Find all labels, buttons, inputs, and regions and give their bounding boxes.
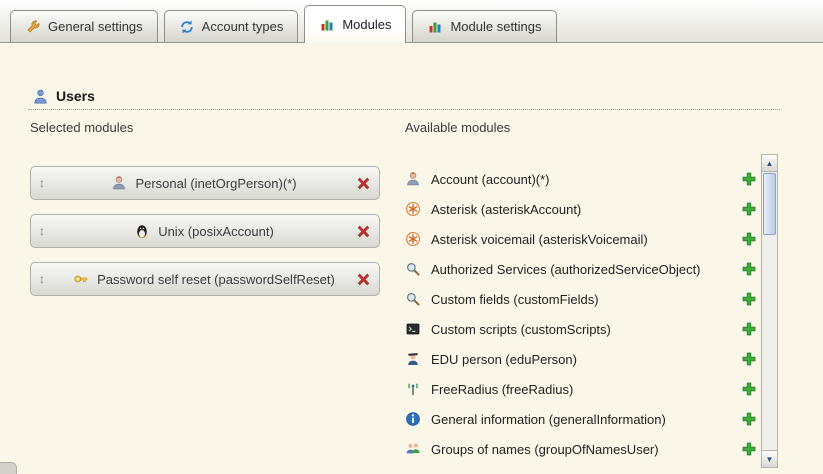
plus-icon — [741, 261, 757, 277]
drag-handle-icon[interactable]: ↕ — [39, 177, 53, 189]
tab-module-settings[interactable]: Module settings — [412, 10, 556, 42]
plus-icon — [741, 381, 757, 397]
tab-label: General settings — [48, 19, 143, 34]
scrollbar-down-button[interactable]: ▼ — [762, 450, 777, 467]
wrench-icon — [25, 19, 41, 35]
available-module-row: General information (generalInformation) — [405, 404, 757, 434]
info-icon — [405, 411, 421, 427]
plus-icon — [741, 321, 757, 337]
plus-icon — [741, 171, 757, 187]
section-header: Users — [32, 88, 95, 104]
selected-module-label: Password self reset (passwordSelfReset) — [97, 272, 335, 287]
add-module-button[interactable] — [741, 201, 757, 217]
tab-bar: General settings Account types Modules M… — [0, 0, 823, 43]
magnifier-icon — [405, 291, 421, 307]
available-module-label: FreeRadius (freeRadius) — [431, 382, 573, 397]
add-module-button[interactable] — [741, 351, 757, 367]
remove-module-button[interactable] — [355, 223, 371, 239]
drag-handle-icon[interactable]: ↕ — [39, 273, 53, 285]
available-module-label: Custom fields (customFields) — [431, 292, 599, 307]
available-module-label: EDU person (eduPerson) — [431, 352, 577, 367]
person-icon — [405, 171, 421, 187]
group-icon — [405, 441, 421, 457]
section-divider — [28, 109, 780, 110]
available-module-label: Authorized Services (authorizedServiceOb… — [431, 262, 701, 277]
remove-module-button[interactable] — [355, 271, 371, 287]
penguin-icon — [134, 223, 150, 239]
add-module-button[interactable] — [741, 441, 757, 457]
person-icon — [111, 175, 127, 191]
user-icon — [32, 88, 48, 104]
tab-modules[interactable]: Modules — [304, 5, 406, 43]
selected-module-row[interactable]: ↕ Unix (posixAccount) — [30, 214, 380, 248]
selected-module-row[interactable]: ↕ Password self reset (passwordSelfReset… — [30, 262, 380, 296]
scrollbar-up-button[interactable]: ▲ — [762, 155, 777, 172]
plus-icon — [741, 351, 757, 367]
available-module-row: Authorized Services (authorizedServiceOb… — [405, 254, 757, 284]
add-module-button[interactable] — [741, 321, 757, 337]
delete-x-icon — [355, 175, 371, 191]
asterisk-icon — [405, 231, 421, 247]
add-module-button[interactable] — [741, 411, 757, 427]
available-module-row: Account (account)(*) — [405, 164, 757, 194]
add-module-button[interactable] — [741, 261, 757, 277]
modules-icon — [427, 19, 443, 35]
plus-icon — [741, 411, 757, 427]
scroll-down-arrow-icon: ▼ — [766, 455, 774, 464]
available-modules-scrollbar[interactable]: ▲ ▼ — [761, 154, 778, 468]
plus-icon — [741, 201, 757, 217]
available-modules-heading: Available modules — [405, 120, 757, 136]
available-module-row: Asterisk (asteriskAccount) — [405, 194, 757, 224]
lam-configuration-screen: General settings Account types Modules M… — [0, 0, 823, 474]
add-module-button[interactable] — [741, 231, 757, 247]
key-icon — [73, 271, 89, 287]
selected-modules-heading: Selected modules — [30, 120, 380, 136]
selected-module-row[interactable]: ↕ Personal (inetOrgPerson)(*) — [30, 166, 380, 200]
selected-modules-column: Selected modules ↕ Personal (inetOrgPers… — [30, 120, 380, 310]
available-module-row: Asterisk voicemail (asteriskVoicemail) — [405, 224, 757, 254]
plus-icon — [741, 231, 757, 247]
available-module-label: Asterisk voicemail (asteriskVoicemail) — [431, 232, 648, 247]
window-corner-artifact — [0, 462, 17, 474]
delete-x-icon — [355, 223, 371, 239]
remove-module-button[interactable] — [355, 175, 371, 191]
add-module-button[interactable] — [741, 171, 757, 187]
delete-x-icon — [355, 271, 371, 287]
available-module-label: Groups of names (groupOfNamesUser) — [431, 442, 659, 457]
scrollbar-thumb[interactable] — [763, 173, 776, 235]
asterisk-icon — [405, 201, 421, 217]
add-module-button[interactable] — [741, 291, 757, 307]
available-module-label: Custom scripts (customScripts) — [431, 322, 611, 337]
antenna-icon — [405, 381, 421, 397]
available-module-row: Custom fields (customFields) — [405, 284, 757, 314]
available-module-row: Custom scripts (customScripts) — [405, 314, 757, 344]
available-module-row: Groups of names (groupOfNamesUser) — [405, 434, 757, 464]
graduate-icon — [405, 351, 421, 367]
tab-label: Account types — [202, 19, 284, 34]
script-icon — [405, 321, 421, 337]
modules-icon — [319, 17, 335, 33]
tab-label: Module settings — [450, 19, 541, 34]
selected-module-label: Unix (posixAccount) — [158, 224, 274, 239]
plus-icon — [741, 291, 757, 307]
tab-label: Modules — [342, 17, 391, 32]
plus-icon — [741, 441, 757, 457]
selected-module-label: Personal (inetOrgPerson)(*) — [135, 176, 296, 191]
available-module-label: Account (account)(*) — [431, 172, 550, 187]
add-module-button[interactable] — [741, 381, 757, 397]
available-modules-column: Available modules Account (account)(*) A… — [405, 120, 757, 464]
refresh-icon — [179, 19, 195, 35]
drag-handle-icon[interactable]: ↕ — [39, 225, 53, 237]
magnifier-icon — [405, 261, 421, 277]
tab-account-types[interactable]: Account types — [164, 10, 299, 42]
available-module-label: Asterisk (asteriskAccount) — [431, 202, 581, 217]
available-module-label: General information (generalInformation) — [431, 412, 666, 427]
available-module-row: FreeRadius (freeRadius) — [405, 374, 757, 404]
available-module-row: EDU person (eduPerson) — [405, 344, 757, 374]
scroll-up-arrow-icon: ▲ — [766, 159, 774, 168]
section-title: Users — [56, 88, 95, 104]
tab-general-settings[interactable]: General settings — [10, 10, 158, 42]
